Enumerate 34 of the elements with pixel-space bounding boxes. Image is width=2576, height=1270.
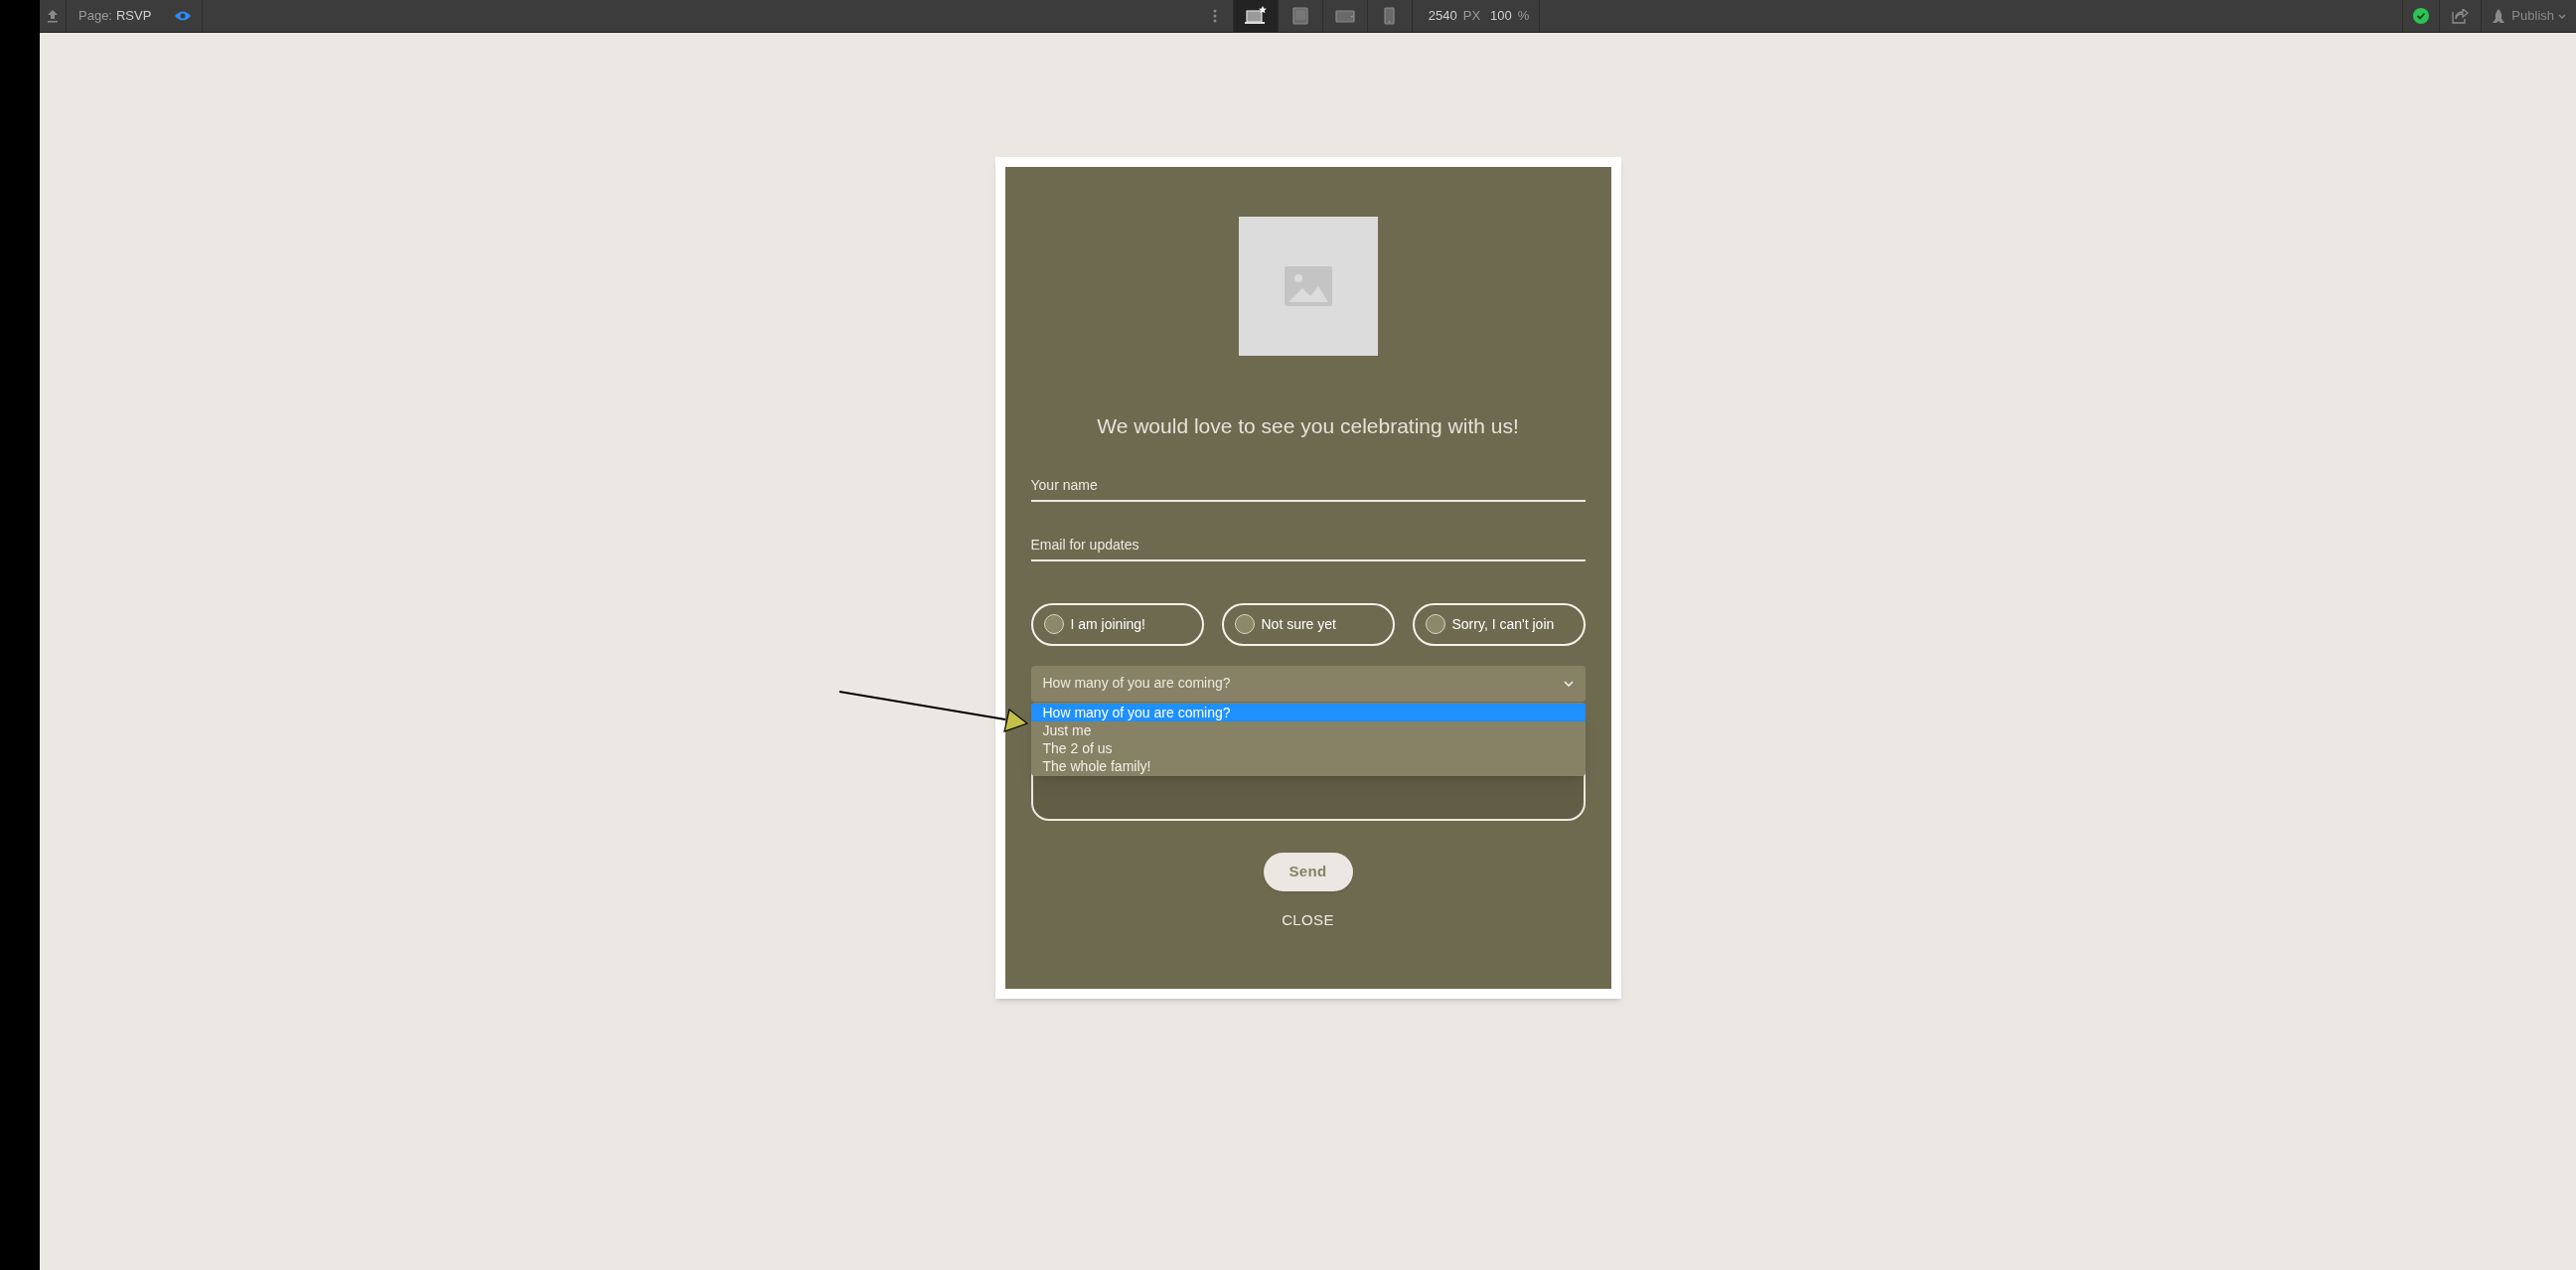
dropdown-option[interactable]: Just me	[1030, 720, 1586, 739]
device-tab[interactable]	[1233, 0, 1279, 32]
publish-button[interactable]: Publish	[2511, 6, 2566, 26]
text-field[interactable]: Email for updates	[1030, 521, 1586, 561]
send-button[interactable]: Send	[1263, 852, 1353, 891]
close-link[interactable]: CLOSE	[1282, 908, 1334, 931]
zoom-value[interactable]: 100	[1490, 6, 1512, 26]
width-value[interactable]: 2540	[1428, 6, 1457, 26]
attendance-option[interactable]: I am joining!	[1030, 602, 1204, 646]
attendance-option[interactable]: Sorry, I can't join	[1412, 602, 1586, 646]
dropdown-option[interactable]: How many of you are coming?	[1030, 703, 1586, 721]
more-icon[interactable]	[1213, 9, 1218, 23]
image-icon	[1284, 266, 1332, 306]
tablet-icon	[1291, 7, 1308, 25]
popup-heading: We would love to see you celebrating with us!	[1097, 413, 1519, 439]
check-circle-icon[interactable]	[2413, 8, 2430, 24]
chevron-down-icon	[1563, 680, 1574, 687]
chevron-down-icon	[2558, 13, 2566, 19]
eye-icon[interactable]	[173, 10, 192, 22]
dropdown-option[interactable]: The 2 of us	[1030, 738, 1586, 757]
laptop-icon	[1243, 6, 1268, 26]
upload-icon[interactable]	[46, 9, 60, 23]
zoom-unit: %	[1517, 7, 1530, 26]
dropdown-option[interactable]: The whole family!	[1030, 756, 1586, 775]
guests-select[interactable]: How many of you are coming?	[1030, 665, 1586, 702]
text-field[interactable]: Your name	[1030, 461, 1586, 502]
share-icon[interactable]	[2452, 8, 2470, 24]
page-name[interactable]: RSVP	[116, 6, 152, 26]
tablet-landscape-icon	[1334, 9, 1355, 23]
rocket-icon	[2492, 8, 2506, 24]
page-label: Page:	[78, 7, 112, 26]
mobile-icon	[1384, 7, 1396, 25]
width-unit: PX	[1462, 7, 1481, 26]
attendance-option[interactable]: Not sure yet	[1221, 602, 1395, 646]
